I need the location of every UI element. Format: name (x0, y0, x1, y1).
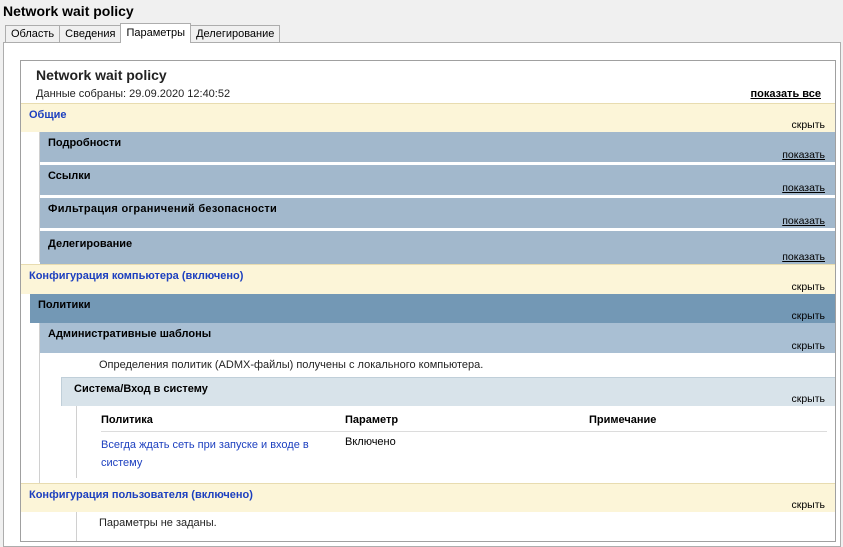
section-delegation-toggle[interactable]: показать (782, 251, 825, 263)
section-computer-config-label: Конфигурация компьютера (включено) (29, 270, 244, 282)
tab-scope[interactable]: Область (5, 25, 61, 43)
section-links: Ссылки показать (40, 165, 835, 195)
section-details: Подробности показать (40, 132, 835, 162)
indent-line (76, 406, 77, 478)
section-details-toggle[interactable]: показать (782, 149, 825, 161)
policy-link[interactable]: Всегда ждать сеть при запуске и входе в … (101, 436, 331, 472)
column-header-comment: Примечание (589, 414, 657, 426)
section-policies-toggle[interactable]: скрыть (791, 310, 825, 322)
section-admin-templates: Административные шаблоны скрыть (40, 323, 835, 353)
section-security-filtering-toggle[interactable]: показать (782, 215, 825, 227)
tab-bar: Область Сведения Параметры Делегирование (5, 23, 281, 43)
section-computer-config-toggle[interactable]: скрыть (791, 281, 825, 293)
section-security-filtering-label: Фильтрация ограничений безопасности (48, 203, 278, 215)
column-header-setting: Параметр (345, 414, 399, 426)
section-delegation: Делегирование показать (40, 231, 835, 264)
section-system-logon-label: Система/Вход в систему (74, 383, 208, 395)
section-policies-label: Политики (38, 299, 91, 311)
indent-line (76, 512, 77, 541)
settings-report: Network wait policy Данные собраны: 29.0… (20, 60, 836, 542)
table-header-divider (101, 431, 827, 432)
table-row: Всегда ждать сеть при запуске и входе в … (101, 434, 827, 474)
tab-details[interactable]: Сведения (59, 25, 122, 43)
show-all-link[interactable]: показать все (751, 88, 822, 100)
policy-setting-value: Включено (345, 436, 396, 448)
section-computer-config: Конфигурация компьютера (включено) скрыт… (21, 264, 835, 294)
section-delegation-label: Делегирование (48, 238, 133, 250)
tab-panel: Network wait policy Данные собраны: 29.0… (3, 42, 841, 547)
section-policies: Политики скрыть (30, 294, 835, 323)
section-links-toggle[interactable]: показать (782, 182, 825, 194)
window-title: Network wait policy (3, 3, 134, 19)
tab-delegation[interactable]: Делегирование (190, 25, 281, 43)
admx-source-note: Определения политик (ADMX-файлы) получен… (99, 359, 484, 371)
section-admin-templates-toggle[interactable]: скрыть (791, 340, 825, 352)
section-system-logon-toggle[interactable]: скрыть (791, 393, 825, 405)
tab-settings[interactable]: Параметры (120, 23, 192, 43)
section-details-label: Подробности (48, 137, 122, 149)
column-header-policy: Политика (101, 414, 153, 426)
data-collected-text: Данные собраны: 29.09.2020 12:40:52 (36, 88, 231, 100)
section-user-config: Конфигурация пользователя (включено) скр… (21, 483, 835, 512)
policy-table: Политика Параметр Примечание Всегда ждат… (101, 414, 827, 474)
section-user-config-label: Конфигурация пользователя (включено) (29, 489, 253, 501)
section-general-toggle[interactable]: скрыть (791, 119, 825, 131)
no-settings-note: Параметры не заданы. (99, 517, 217, 529)
section-user-config-toggle[interactable]: скрыть (791, 499, 825, 511)
report-title: Network wait policy (36, 67, 167, 83)
section-system-logon: Система/Вход в систему скрыть (61, 377, 835, 406)
section-security-filtering: Фильтрация ограничений безопасности пока… (40, 198, 835, 228)
section-admin-templates-label: Административные шаблоны (48, 328, 212, 340)
section-general: Общие скрыть (21, 103, 835, 132)
section-links-label: Ссылки (48, 170, 91, 182)
section-general-label: Общие (29, 109, 67, 121)
